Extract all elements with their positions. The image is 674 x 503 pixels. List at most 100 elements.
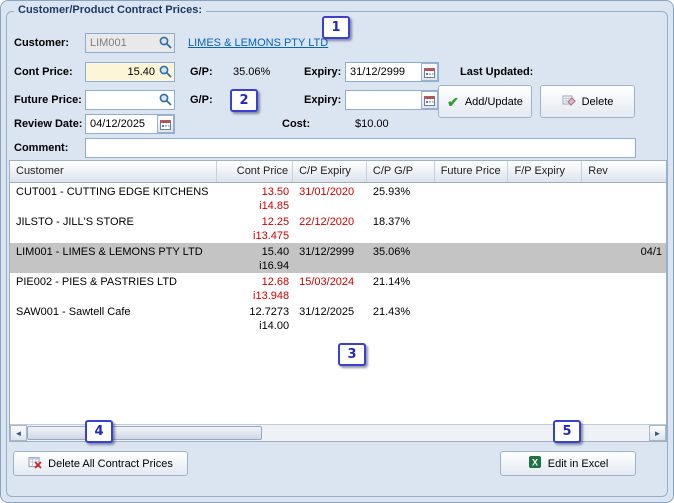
cell-review (582, 303, 666, 333)
comment-input[interactable] (85, 138, 636, 158)
cell-customer: CUT001 - CUTTING EDGE KITCHENS (16, 186, 209, 198)
cell-customer: LIM001 - LIMES & LEMONS PTY LTD (16, 246, 203, 258)
table-row[interactable]: SAW001 - Sawtell Cafe 12.7273 i14.00 31/1… (10, 303, 666, 333)
future-price-label: Future Price: (14, 94, 82, 106)
future-gp-label: G/P: (190, 94, 213, 106)
future-price-field-wrap (85, 90, 175, 110)
delete-table-icon (28, 456, 42, 472)
column-header-cont-price[interactable]: Cont Price (217, 161, 294, 182)
gp-label: G/P: (190, 66, 213, 78)
cell-fp-expiry (508, 213, 582, 243)
table-row[interactable]: JILSTO - JILL'S STORE 12.25 i13.475 22/12… (10, 213, 666, 243)
table-row[interactable]: CUT001 - CUTTING EDGE KITCHENS 13.50 i14.… (10, 183, 666, 213)
customer-code-field-wrap (85, 33, 175, 53)
svg-text:X: X (532, 458, 538, 468)
future-expiry-label: Expiry: (304, 94, 342, 106)
review-date-field-wrap (85, 114, 175, 134)
cont-price-search-icon[interactable] (158, 64, 173, 79)
cell-cp-expiry: 31/01/2020 (299, 186, 355, 198)
callout-5: 5 (553, 420, 581, 443)
table-header: Customer Cont Price C/P Expiry C/P G/P F… (10, 161, 666, 183)
cell-review: 04/1 (640, 246, 662, 258)
delete-button[interactable]: Delete (540, 85, 635, 118)
edit-in-excel-button[interactable]: X Edit in Excel (500, 451, 636, 476)
table-row[interactable]: PIE002 - PIES & PASTRIES LTD 12.68 i13.94… (10, 273, 666, 303)
cell-fp-expiry (508, 273, 582, 303)
expiry-calendar-icon[interactable] (421, 63, 438, 81)
expiry-field-wrap (345, 62, 439, 82)
future-price-search-icon[interactable] (158, 92, 173, 107)
expiry-label: Expiry: (304, 66, 342, 78)
cell-future-price (435, 303, 509, 333)
contract-prices-window: Customer/Product Contract Prices: Custom… (0, 0, 674, 503)
delete-all-contract-prices-button[interactable]: Delete All Contract Prices (13, 451, 188, 476)
table-row-selected[interactable]: LIM001 - LIMES & LEMONS PTY LTD 15.40 i16… (10, 243, 666, 273)
eraser-icon (562, 94, 576, 110)
cell-future-price (435, 273, 509, 303)
cell-future-price (435, 213, 509, 243)
cell-cont-price: 12.25 i13.475 (253, 216, 290, 242)
scrollbar-thumb[interactable] (27, 426, 262, 440)
cell-review (582, 213, 666, 243)
cell-review (582, 183, 666, 213)
cell-cont-price: 12.7273 i14.00 (249, 306, 290, 332)
column-header-fp-expiry[interactable]: F/P Expiry (508, 161, 583, 182)
cell-cp-gp: 18.37% (372, 216, 411, 228)
customer-search-icon[interactable] (158, 35, 173, 50)
edit-in-excel-button-label: Edit in Excel (547, 457, 609, 470)
cell-fp-expiry (508, 243, 582, 273)
column-header-cp-gp[interactable]: C/P G/P (367, 161, 435, 182)
cell-fp-expiry (508, 303, 582, 333)
column-header-future-price[interactable]: Future Price (435, 161, 509, 182)
group-title: Customer/Product Contract Prices: (14, 4, 206, 16)
cell-customer: PIE002 - PIES & PASTRIES LTD (16, 276, 177, 288)
callout-4: 4 (85, 420, 113, 443)
cost-label: Cost: (282, 118, 311, 130)
check-icon: ✔ (447, 93, 459, 110)
cell-cp-gp: 35.06% (372, 246, 411, 258)
future-expiry-field-wrap (345, 90, 439, 110)
cell-cp-expiry: 15/03/2024 (299, 276, 355, 288)
last-updated-label: Last Updated: (460, 66, 534, 78)
cell-cp-gp: 21.14% (372, 276, 411, 288)
delete-button-label: Delete (581, 95, 614, 108)
column-header-cp-expiry[interactable]: C/P Expiry (293, 161, 367, 182)
cell-cont-price: 12.68 i13.948 (253, 276, 290, 302)
callout-2: 2 (230, 89, 258, 112)
customer-name-link[interactable]: LIMES & LEMONS PTY LTD (188, 37, 328, 49)
customer-label: Customer: (14, 37, 70, 49)
cell-cp-gp: 25.93% (372, 186, 411, 198)
column-header-customer[interactable]: Customer (10, 161, 218, 182)
review-date-label: Review Date: (14, 118, 83, 130)
scroll-right-arrow-icon[interactable]: ► (649, 425, 666, 441)
cell-cp-expiry: 31/12/2025 (299, 306, 355, 318)
cell-cp-gp: 21.43% (372, 306, 411, 318)
table-body: CUT001 - CUTTING EDGE KITCHENS 13.50 i14.… (10, 183, 666, 424)
column-header-review[interactable]: Rev (582, 161, 666, 182)
callout-1: 1 (322, 16, 350, 39)
add-update-button-label: Add/Update (464, 95, 523, 108)
gp-value: 35.06% (233, 66, 271, 78)
cost-value: $10.00 (355, 118, 389, 130)
cell-customer: SAW001 - Sawtell Cafe (16, 306, 131, 318)
comment-field-wrap (85, 138, 636, 158)
scroll-left-arrow-icon[interactable]: ◄ (10, 425, 27, 441)
cell-fp-expiry (508, 183, 582, 213)
review-date-calendar-icon[interactable] (157, 115, 174, 133)
cell-cp-expiry: 31/12/2999 (299, 246, 355, 258)
contract-prices-table: Customer Cont Price C/P Expiry C/P G/P F… (9, 160, 667, 442)
cell-cont-price: 15.40 i16.94 (259, 246, 290, 272)
cell-cont-price: 13.50 i14.85 (259, 186, 290, 212)
cell-future-price (435, 183, 509, 213)
cell-future-price (435, 243, 509, 273)
cont-price-label: Cont Price: (14, 66, 73, 78)
cell-cp-expiry: 22/12/2020 (299, 216, 355, 228)
cell-customer: JILSTO - JILL'S STORE (16, 216, 134, 228)
delete-all-button-label: Delete All Contract Prices (48, 457, 173, 470)
cont-price-field-wrap (85, 62, 175, 82)
add-update-button[interactable]: ✔ Add/Update (438, 85, 532, 118)
future-expiry-calendar-icon[interactable] (421, 91, 438, 109)
callout-3: 3 (338, 343, 366, 366)
comment-label: Comment: (14, 142, 69, 154)
cell-review (582, 273, 666, 303)
